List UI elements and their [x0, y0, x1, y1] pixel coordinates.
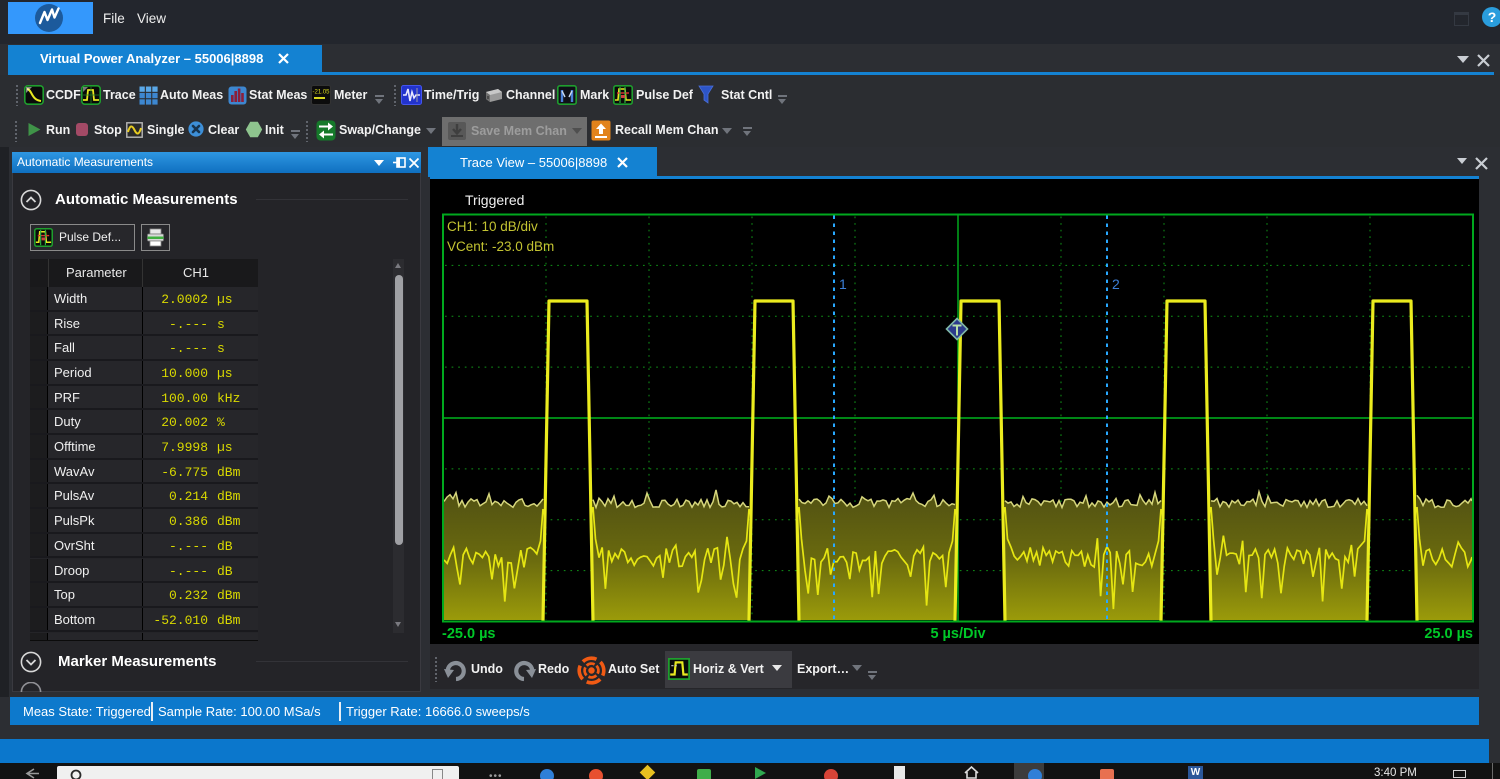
svg-text:2: 2	[1112, 276, 1120, 292]
svg-text:CH1: 10 dB/div: CH1: 10 dB/div	[447, 219, 538, 234]
svg-text:5 µs/Div: 5 µs/Div	[930, 626, 985, 642]
svg-text:-21.05: -21.05	[312, 90, 330, 96]
svg-text:25.0 µs: 25.0 µs	[1424, 626, 1473, 642]
svg-text:-25.0 µs: -25.0 µs	[442, 626, 496, 642]
svg-text:VCent: -23.0 dBm: VCent: -23.0 dBm	[447, 239, 554, 254]
svg-text:1: 1	[839, 276, 847, 292]
